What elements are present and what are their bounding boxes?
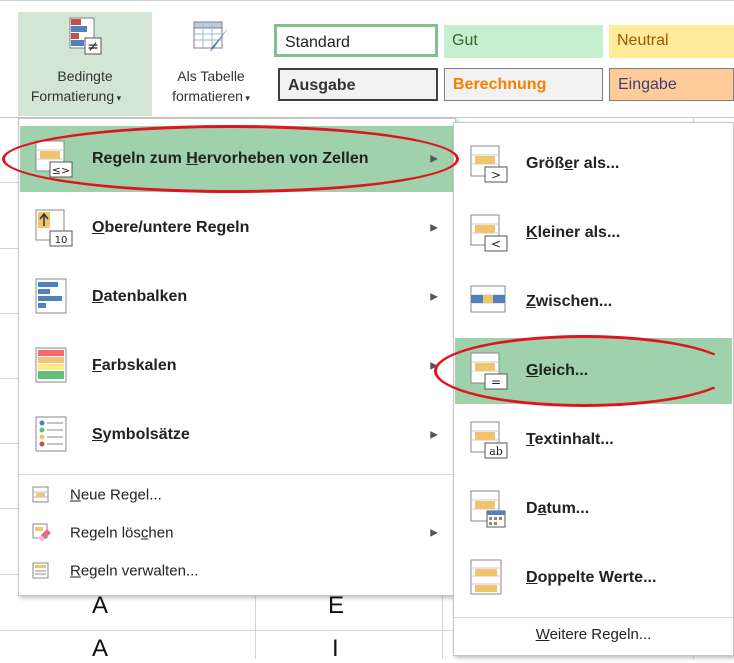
submenu-item-label: Zwischen... <box>526 293 613 310</box>
svg-text:≤>: ≤> <box>52 164 70 177</box>
submenu-item-text-contains[interactable]: ab Textinhalt... <box>455 407 732 473</box>
submenu-arrow-icon: ▶ <box>430 360 438 372</box>
color-scales-icon <box>35 347 67 383</box>
svg-text:≠: ≠ <box>87 39 99 55</box>
submenu-item-label: Textinhalt... <box>526 431 614 448</box>
menu-item-label: Farbskalen <box>92 357 177 374</box>
style-standard-label: Standard <box>285 34 350 51</box>
format-as-table-icon <box>193 21 228 52</box>
menu-item-label: Regeln zum Hervorheben von Zellen <box>92 150 369 167</box>
conditional-formatting-icon: ≠ <box>69 17 102 55</box>
less-than-icon: < <box>470 214 508 252</box>
submenu-item-between[interactable]: Zwischen... <box>455 269 732 335</box>
style-eingabe-label: Eingabe <box>618 76 677 93</box>
submenu-arrow-icon: ▶ <box>430 153 438 165</box>
submenu-arrow-icon: ▶ <box>430 429 438 441</box>
duplicate-values-icon <box>470 559 502 595</box>
menu-item-color-scales[interactable]: Farbskalen ▶ <box>20 333 454 399</box>
equal-to-icon: = <box>470 352 508 390</box>
menu-item-top-bottom-rules[interactable]: 10 Obere/untere Regeln ▶ <box>20 195 454 261</box>
manage-rules-icon <box>32 562 49 579</box>
menu-item-label: Neue Regel... <box>70 486 162 504</box>
style-gut-label: Gut <box>452 32 478 49</box>
submenu-item-label: Gleich... <box>526 362 589 379</box>
style-eingabe[interactable]: Eingabe <box>609 68 734 101</box>
more-rules-label: Weitere Regeln... <box>535 626 652 643</box>
style-berechnung-label: Berechnung <box>453 76 547 93</box>
new-rule-icon <box>32 486 49 503</box>
submenu-item-label: Datum... <box>526 500 590 517</box>
submenu-item-less-than[interactable]: < Kleiner als... <box>455 200 732 266</box>
svg-text:>: > <box>491 168 501 182</box>
highlight-cells-rules-icon: ≤> <box>35 140 73 178</box>
style-berechnung[interactable]: Berechnung <box>444 68 603 101</box>
data-bars-icon <box>35 278 67 314</box>
menu-item-manage-rules[interactable]: Regeln verwalten... <box>20 553 454 589</box>
svg-text:=: = <box>491 375 501 389</box>
menu-item-highlight-cells-rules[interactable]: ≤> Regeln zum Hervorheben von Zellen ▶ <box>20 126 454 192</box>
clear-rules-icon <box>32 523 51 542</box>
conditional-formatting-label-1: Bedingte <box>57 68 113 84</box>
submenu-item-duplicate-values[interactable]: Doppelte Werte... <box>455 545 732 611</box>
menu-item-new-rule[interactable]: Neue Regel... <box>20 477 454 513</box>
icon-sets-icon <box>35 416 67 452</box>
cell-value[interactable]: E <box>328 592 344 620</box>
svg-text:10: 10 <box>55 235 68 246</box>
conditional-formatting-button[interactable]: ≠ Bedingte Formatierung ▾ <box>18 12 152 116</box>
submenu-item-label: Doppelte Werte... <box>526 569 657 586</box>
style-standard[interactable]: Standard <box>274 24 438 57</box>
svg-text:ab: ab <box>489 445 503 458</box>
submenu-item-equal-to[interactable]: = Gleich... <box>455 338 732 404</box>
style-neutral-label: Neutral <box>617 32 669 49</box>
svg-text:<: < <box>491 237 501 251</box>
submenu-arrow-icon: ▶ <box>430 222 438 234</box>
submenu-item-label: Größer als... <box>526 155 620 172</box>
ribbon-top-border <box>0 0 734 1</box>
format-as-table-button[interactable]: Als Tabelle formatieren ▾ <box>152 12 270 116</box>
submenu-item-more-rules[interactable]: Weitere Regeln... <box>455 618 732 652</box>
submenu-arrow-icon: ▶ <box>430 291 438 303</box>
style-ausgabe-label: Ausgabe <box>288 77 356 94</box>
menu-item-label: Regeln verwalten... <box>70 562 199 580</box>
menu-item-label: Datenbalken <box>92 288 188 305</box>
submenu-item-date-occurring[interactable]: Datum... <box>455 476 732 542</box>
menu-item-icon-sets[interactable]: Symbolsätze ▶ <box>20 402 454 468</box>
conditional-formatting-menu: ≤> Regeln zum Hervorheben von Zellen ▶ 1… <box>18 118 456 596</box>
top-bottom-rules-icon: 10 <box>35 209 73 247</box>
format-as-table-label-1: Als Tabelle <box>177 68 245 84</box>
cell-value[interactable]: A <box>92 592 108 620</box>
greater-than-icon: > <box>470 145 508 183</box>
menu-item-clear-rules[interactable]: Regeln löschen ▶ <box>20 515 454 551</box>
menu-item-label: Regeln löschen <box>70 524 174 542</box>
style-gut[interactable]: Gut <box>444 25 603 58</box>
conditional-formatting-label-2: Formatierung ▾ <box>30 88 122 104</box>
submenu-arrow-icon: ▶ <box>430 527 438 539</box>
style-ausgabe[interactable]: Ausgabe <box>278 68 438 101</box>
highlight-cells-submenu: > Größer als... < Kleiner als... Zwische… <box>453 122 734 656</box>
menu-item-label: Obere/untere Regeln <box>92 219 250 236</box>
menu-item-label: Symbolsätze <box>92 426 190 443</box>
text-contains-icon: ab <box>470 421 508 459</box>
format-as-table-label-2: formatieren ▾ <box>172 88 250 104</box>
date-occurring-icon <box>470 490 506 528</box>
submenu-item-label: Kleiner als... <box>526 224 621 241</box>
submenu-item-greater-than[interactable]: > Größer als... <box>455 131 732 197</box>
menu-item-data-bars[interactable]: Datenbalken ▶ <box>20 264 454 330</box>
menu-separator <box>19 474 455 475</box>
between-icon <box>470 285 506 313</box>
style-neutral[interactable]: Neutral <box>609 25 734 58</box>
